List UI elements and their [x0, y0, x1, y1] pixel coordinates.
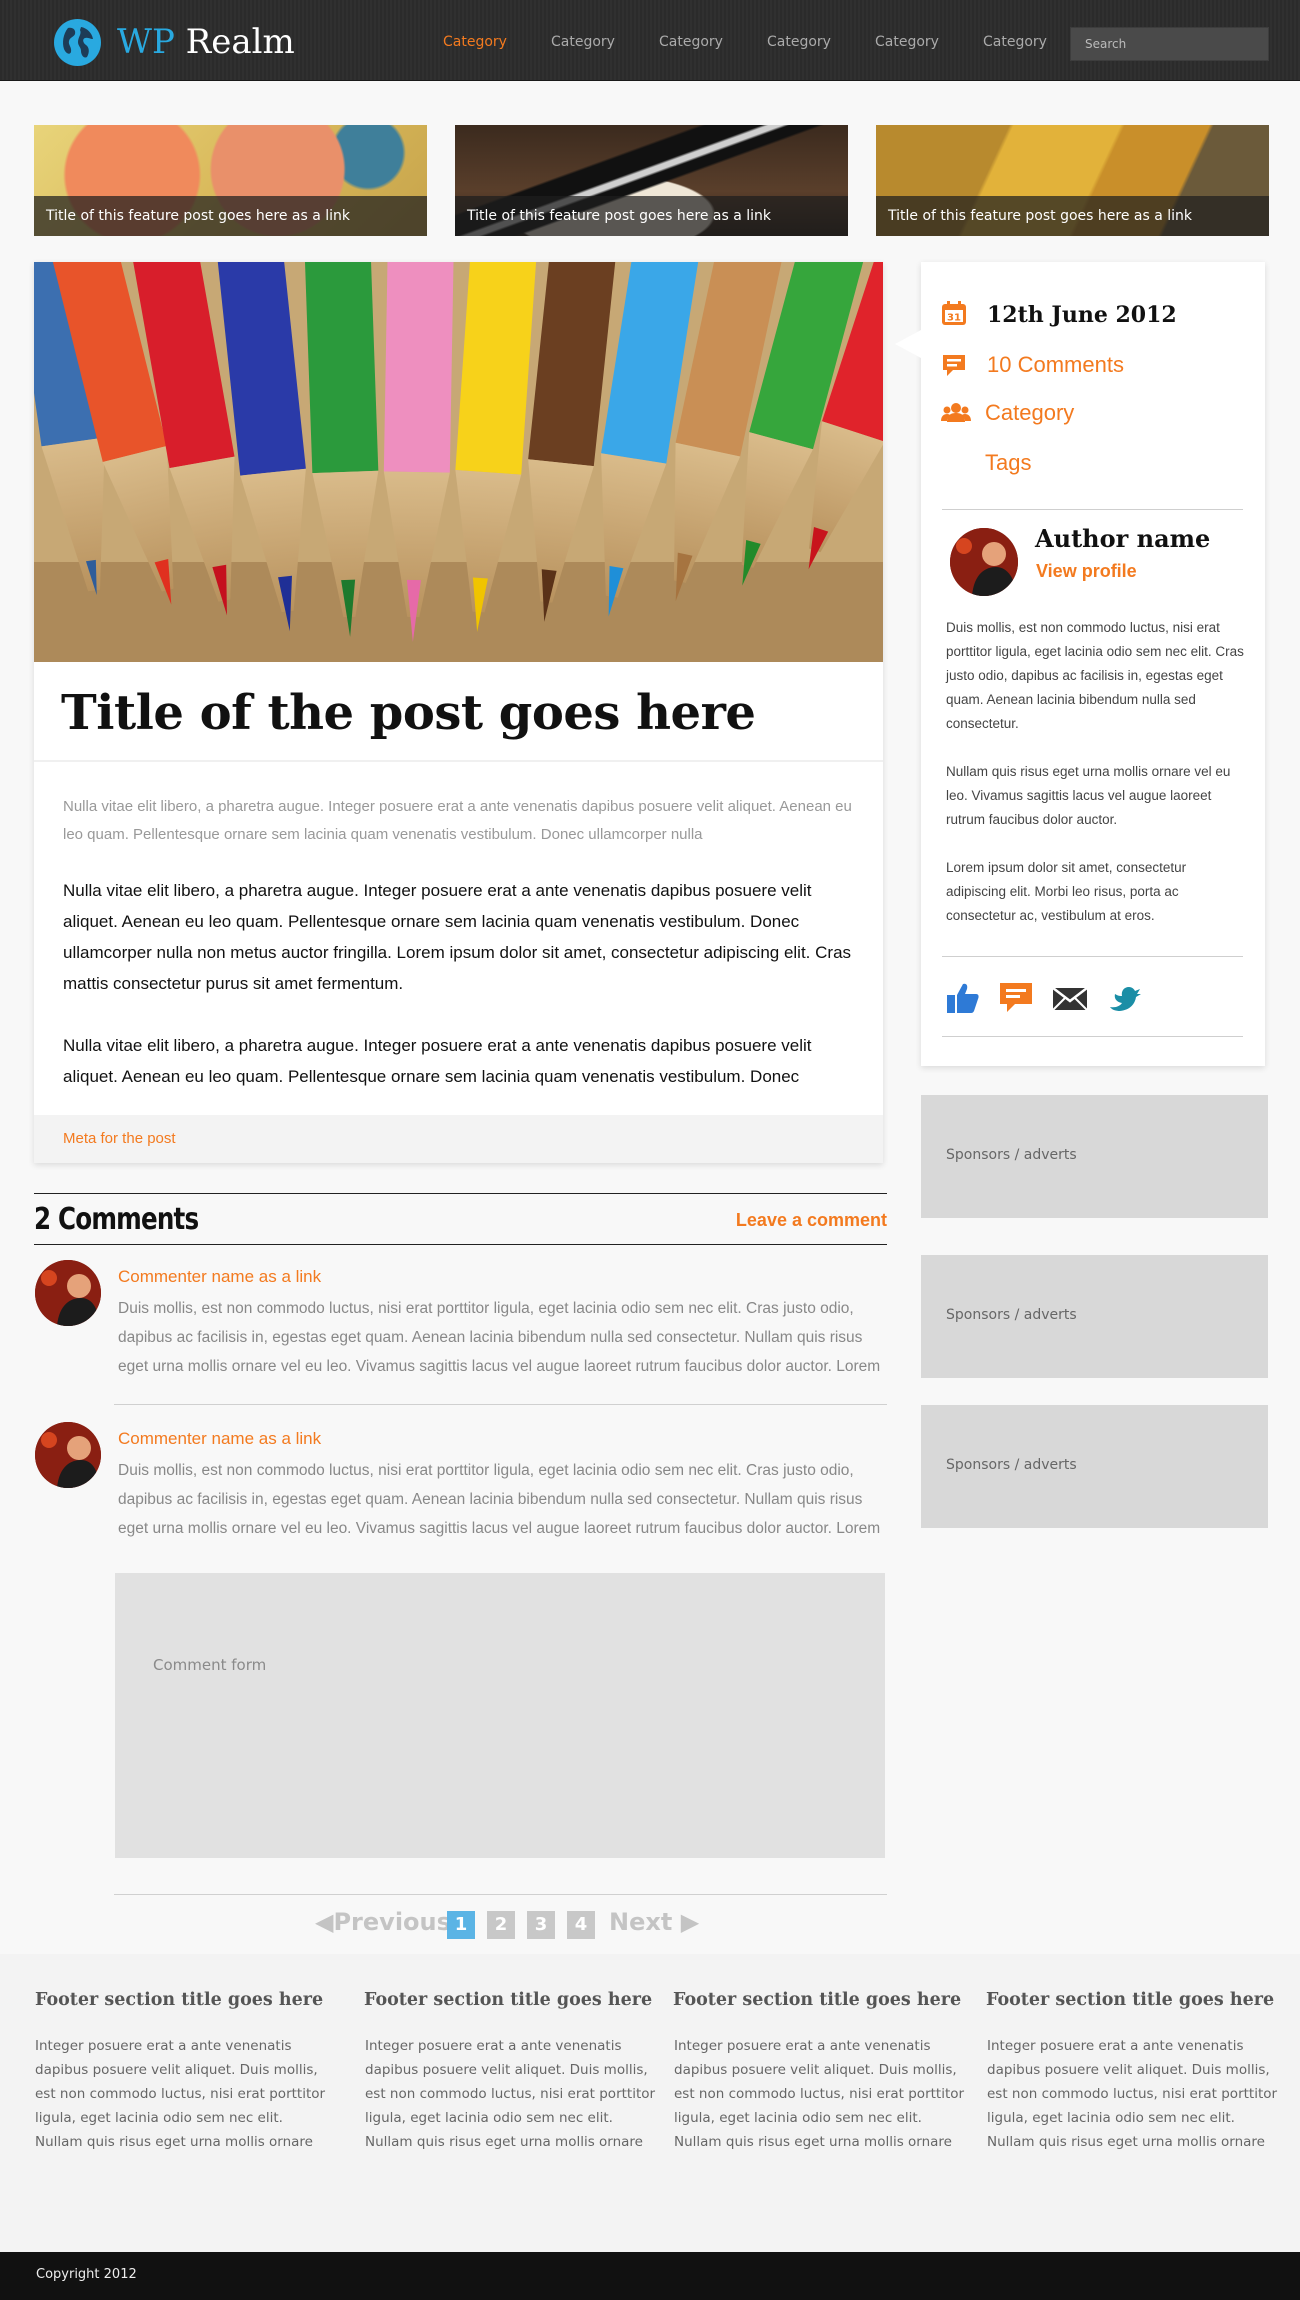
arrow-right-icon: ▶	[680, 1908, 700, 1936]
copyright-bar: Copyright 2012	[0, 2252, 1300, 2300]
pagination-next[interactable]: Next ▶	[609, 1908, 699, 1936]
feature-caption: Title of this feature post goes here as …	[455, 196, 848, 236]
calendar-icon: 31	[941, 300, 967, 326]
advert-label: Sponsors / adverts	[946, 1307, 1077, 1323]
post-title: Title of the post goes here	[61, 685, 756, 741]
comment-text: Duis mollis, est non commodo luctus, nis…	[118, 1462, 881, 1537]
post-date: 12th June 2012	[987, 302, 1177, 328]
page-link-4[interactable]: 4	[567, 1911, 595, 1939]
footer-section-text: Integer posuere erat a ante venenatis da…	[365, 2038, 656, 2150]
comments-count-link[interactable]: 10 Comments	[987, 352, 1124, 378]
author-name: Author name	[1035, 524, 1211, 553]
comment-bubble-icon[interactable]	[998, 980, 1034, 1016]
tags-link[interactable]: Tags	[985, 450, 1031, 476]
feature-post-2[interactable]: Title of this feature post goes here as …	[455, 125, 848, 236]
comment-icon	[941, 352, 967, 378]
title-divider	[34, 760, 883, 762]
commenter-name-link[interactable]: Commenter name as a link	[118, 1429, 321, 1449]
thumbs-up-icon[interactable]	[945, 980, 981, 1016]
footer-section-title: Footer section title goes here	[364, 1990, 653, 2010]
author-bio: Lorem ipsum dolor sit amet, consectetur …	[946, 860, 1187, 923]
comment-form[interactable]: Comment form	[115, 1573, 885, 1858]
sidebar-notch	[895, 330, 921, 358]
globe-logo-icon[interactable]	[54, 19, 101, 66]
sponsor-advert-slot[interactable]: Sponsors / adverts	[921, 1095, 1268, 1218]
comment-separator	[114, 1404, 887, 1405]
commenter-avatar[interactable]	[35, 1422, 101, 1488]
feature-caption: Title of this feature post goes here as …	[876, 196, 1269, 236]
post-info-sidebar: 31 12th June 2012 10 Comments Category T…	[895, 262, 1265, 1066]
feature-post-3[interactable]: Title of this feature post goes here as …	[876, 125, 1269, 236]
author-bio: Nullam quis risus eget urna mollis ornar…	[946, 764, 1231, 827]
feature-post-1[interactable]: Title of this feature post goes here as …	[34, 125, 427, 236]
commenter-avatar[interactable]	[35, 1260, 101, 1326]
twitter-bird-icon[interactable]	[1106, 980, 1142, 1016]
post-paragraph: Nulla vitae elit libero, a pharetra augu…	[63, 1036, 812, 1086]
post-hero-image	[34, 262, 883, 662]
search-input[interactable]	[1070, 27, 1269, 61]
post-meta-bar[interactable]: Meta for the post	[34, 1115, 883, 1163]
advert-label: Sponsors / adverts	[946, 1457, 1077, 1473]
footer-section-text: Integer posuere erat a ante venenatis da…	[987, 2038, 1278, 2150]
envelope-icon[interactable]	[1052, 980, 1088, 1016]
sidebar-divider	[942, 1036, 1243, 1037]
comments-header: 2 Comments Leave a comment	[34, 1193, 887, 1245]
arrow-left-icon: ◀	[315, 1908, 334, 1936]
next-label: Next	[609, 1908, 673, 1936]
post-intro: Nulla vitae elit libero, a pharetra augu…	[63, 798, 852, 843]
author-bio: Duis mollis, est non commodo luctus, nis…	[946, 620, 1244, 731]
post-card: Title of the post goes here Nulla vitae …	[34, 262, 883, 1163]
sidebar-divider	[942, 956, 1243, 957]
sponsor-advert-slot[interactable]: Sponsors / adverts	[921, 1255, 1268, 1378]
advert-label: Sponsors / adverts	[946, 1147, 1077, 1163]
nav-category-6[interactable]: Category	[983, 34, 1047, 50]
footer-section-text: Integer posuere erat a ante venenatis da…	[674, 2038, 965, 2150]
commenter-name-link[interactable]: Commenter name as a link	[118, 1267, 321, 1287]
page-link-3[interactable]: 3	[527, 1911, 555, 1939]
calendar-day: 31	[947, 313, 961, 324]
users-icon	[941, 400, 971, 426]
comments-count-title: 2 Comments	[34, 1202, 199, 1237]
sidebar-divider	[942, 509, 1243, 510]
leave-comment-link[interactable]: Leave a comment	[736, 1210, 887, 1231]
copyright-text: Copyright 2012	[36, 2267, 137, 2282]
category-link[interactable]: Category	[985, 400, 1074, 426]
nav-category-1[interactable]: Category	[443, 34, 507, 50]
nav-category-4[interactable]: Category	[767, 34, 831, 50]
comment-text: Duis mollis, est non commodo luctus, nis…	[118, 1300, 881, 1375]
view-profile-link[interactable]: View profile	[1036, 561, 1137, 582]
site-footer: Footer section title goes here Integer p…	[0, 1954, 1300, 2252]
feature-caption: Title of this feature post goes here as …	[34, 196, 427, 236]
nav-category-5[interactable]: Category	[875, 34, 939, 50]
footer-section-title: Footer section title goes here	[986, 1990, 1275, 2010]
pagination-divider	[114, 1894, 887, 1895]
footer-section-text: Integer posuere erat a ante venenatis da…	[35, 2038, 326, 2150]
page-link-1[interactable]: 1	[447, 1911, 475, 1939]
nav-category-3[interactable]: Category	[659, 34, 723, 50]
pagination-previous[interactable]: ◀Previous	[315, 1908, 451, 1936]
footer-section-title: Footer section title goes here	[35, 1990, 324, 2010]
logo-prefix: WP	[117, 22, 175, 62]
sponsor-advert-slot[interactable]: Sponsors / adverts	[921, 1405, 1268, 1528]
author-avatar[interactable]	[950, 528, 1018, 596]
site-logo-text[interactable]: WP Realm	[117, 18, 295, 66]
previous-label: Previous	[333, 1908, 451, 1936]
post-paragraph: Nulla vitae elit libero, a pharetra augu…	[63, 881, 852, 993]
footer-section-title: Footer section title goes here	[673, 1990, 962, 2010]
logo-suffix: Realm	[185, 22, 295, 62]
site-header: WP Realm Category Category Category Cate…	[0, 0, 1300, 81]
comment-form-placeholder: Comment form	[153, 1656, 267, 1674]
nav-category-2[interactable]: Category	[551, 34, 615, 50]
page-link-2[interactable]: 2	[487, 1911, 515, 1939]
